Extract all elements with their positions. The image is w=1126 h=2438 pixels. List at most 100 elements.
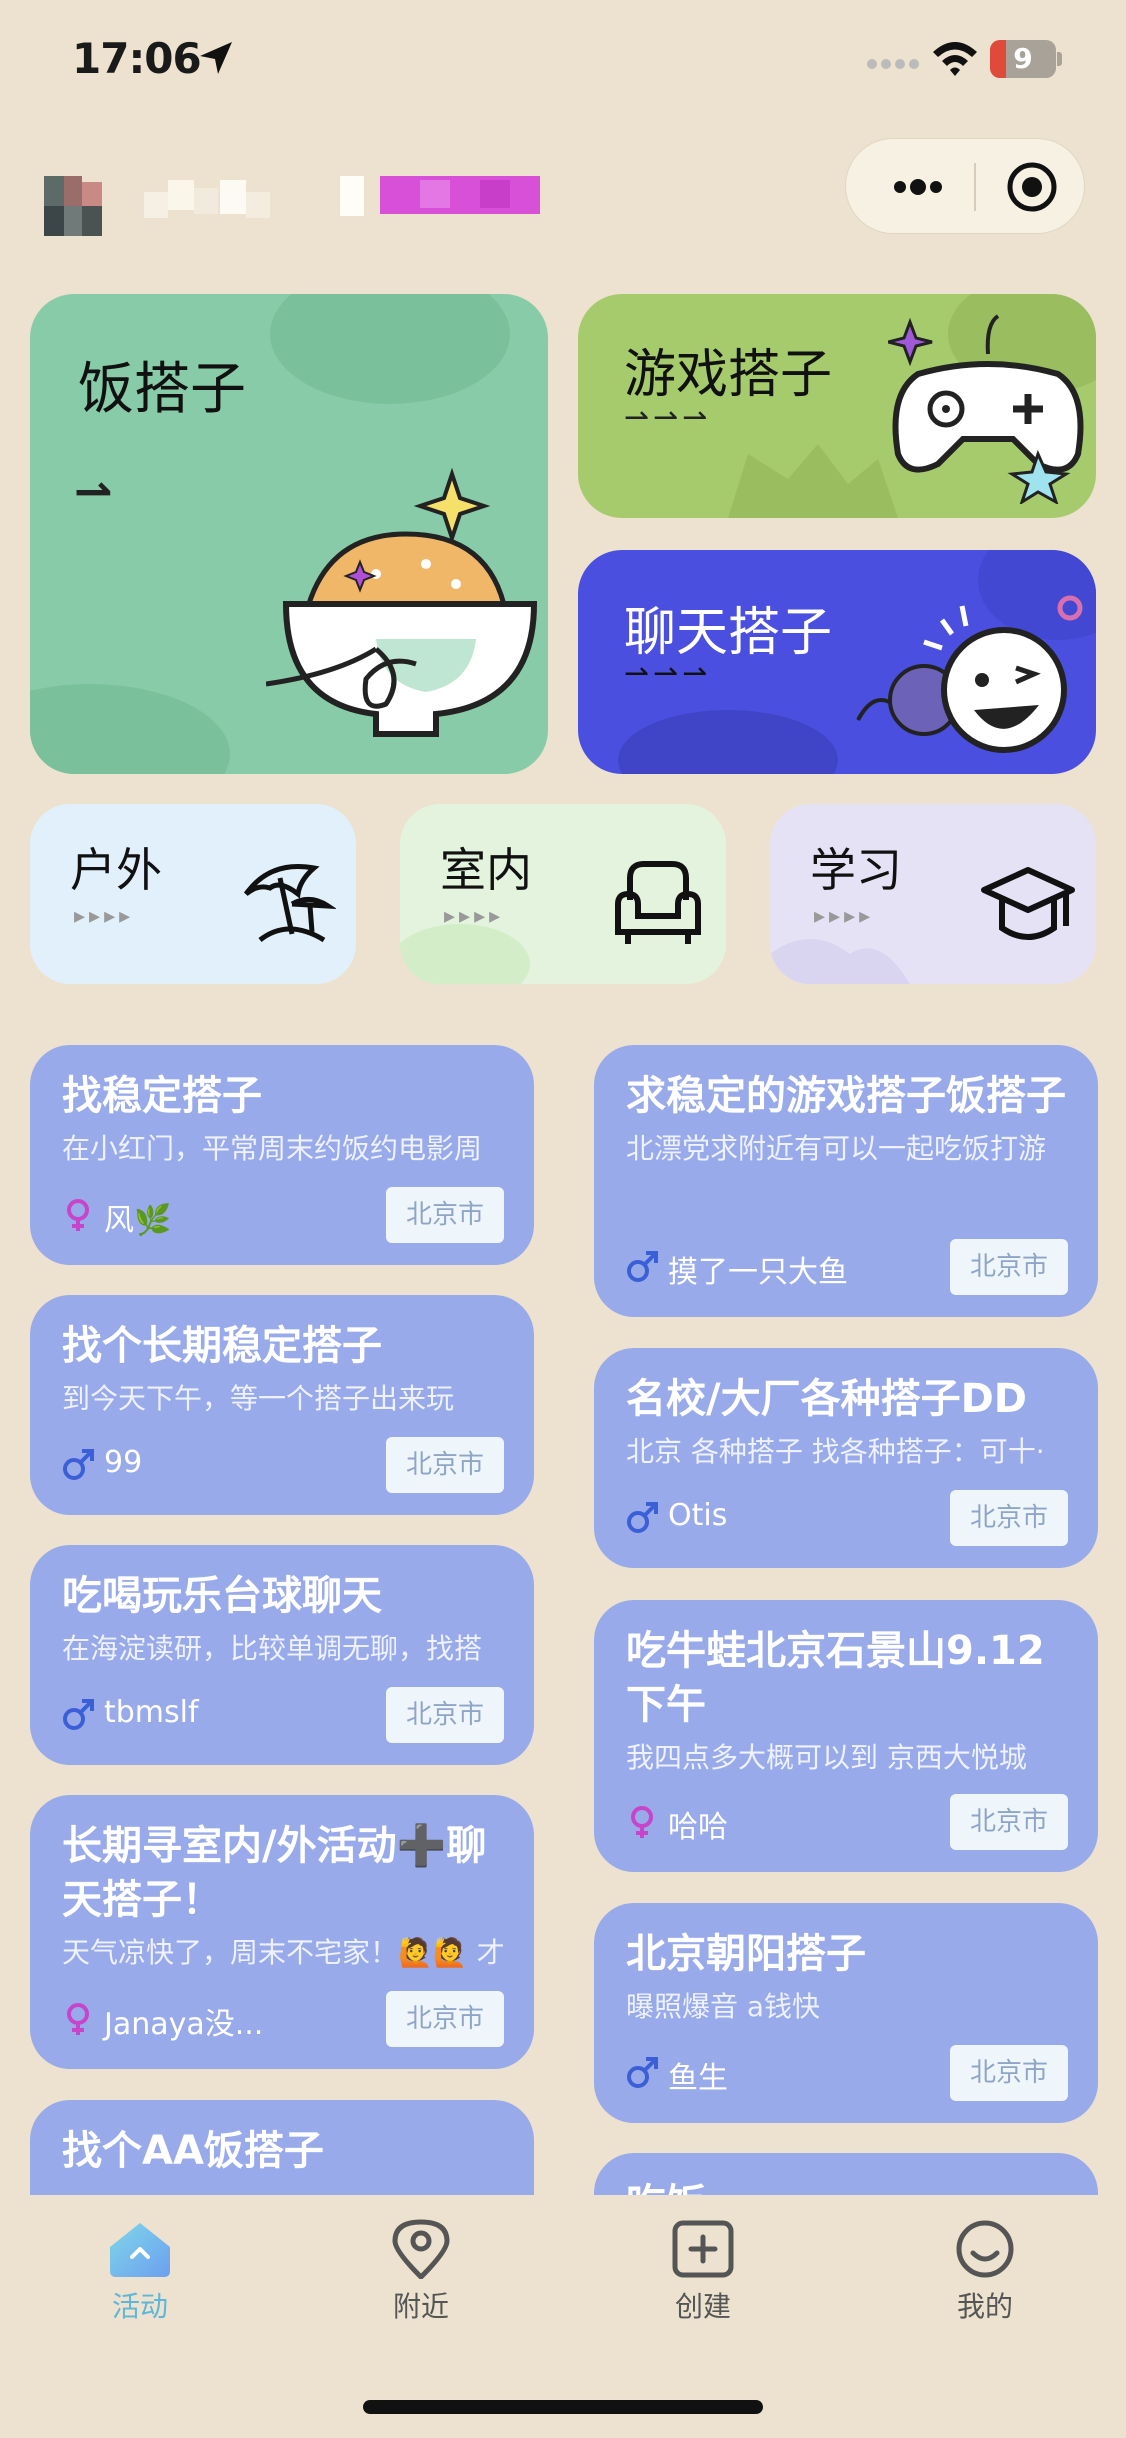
subcategory-study-title: 学习 (810, 843, 902, 897)
subcategory-outdoor-title: 户外 (70, 843, 162, 897)
male-icon (63, 1699, 94, 1730)
post-card[interactable]: 找稳定搭子 在小红门，平常周末约饭约电影周 风🌿 北京市 (30, 1045, 534, 1265)
home-indicator[interactable] (363, 2400, 763, 2414)
subcategory-indoor-card[interactable]: 室内 ▸▸▸▸ (400, 804, 726, 984)
post-author: 鱼生 (668, 2061, 728, 2096)
post-title: 吃饭 (626, 2177, 1068, 2195)
rice-bowl-icon (266, 467, 538, 737)
post-title: 长期寻室内/外活动➕聊天搭子！ (62, 1823, 487, 1923)
post-card[interactable]: 名校/大厂各种搭子DD 北京 各种搭子 找各种搭子：可十· Otis 北京市 (594, 1348, 1098, 1568)
post-desc: 北京 各种搭子 找各种搭子：可十· (626, 1435, 1045, 1468)
post-desc: 我四点多大概可以到 京西大悦城 (626, 1741, 1027, 1774)
location-tag[interactable]: 北京市 (950, 1794, 1068, 1850)
signal-dots-icon (867, 59, 919, 69)
category-game-title: 游戏搭子 (624, 345, 833, 405)
category-food-arrow: ⇀ (74, 464, 117, 518)
add-square-icon (672, 2220, 734, 2278)
location-arrow-icon (200, 42, 232, 74)
post-author: 99 (104, 1445, 143, 1480)
miniprogram-capsule (845, 138, 1085, 234)
post-card[interactable]: 吃喝玩乐台球聊天 在海淀读研，比较单调无聊，找搭 tbmslf 北京市 (30, 1545, 534, 1765)
subcategory-outdoor-arrows: ▸▸▸▸ (74, 904, 135, 929)
post-title: 北京朝阳搭子 (626, 1931, 866, 1977)
post-desc: 天气凉快了，周末不宅家！🙋🙋 才 (62, 1936, 504, 1969)
post-card[interactable]: 北京朝阳搭子 曝照爆音 a钱快 鱼生 北京市 (594, 1903, 1098, 2123)
post-title: 找稳定搭子 (62, 1073, 262, 1119)
post-title: 吃牛蛙北京石景山9.12下午 (626, 1628, 1045, 1728)
location-tag[interactable]: 北京市 (386, 1991, 504, 2047)
capsule-divider (974, 163, 976, 211)
graduation-cap-icon (981, 867, 1075, 940)
location-tag[interactable]: 北京市 (386, 1687, 504, 1743)
tab-me[interactable]: 我的 (905, 2219, 1065, 2339)
female-icon (67, 2003, 89, 2035)
subcategory-study-card[interactable]: 学习 ▸▸▸▸ (770, 804, 1096, 984)
subcategory-study-arrows: ▸▸▸▸ (814, 904, 875, 929)
tab-label: 附近 (392, 2290, 449, 2323)
location-tag[interactable]: 北京市 (386, 1437, 504, 1493)
chat-emoji-icon (856, 595, 1083, 753)
location-tag[interactable]: 北京市 (386, 1187, 504, 1243)
male-icon (627, 1502, 658, 1533)
app-title-obscured (40, 174, 560, 242)
female-icon (631, 1806, 653, 1838)
male-icon (627, 1251, 658, 1282)
post-card[interactable]: 长期寻室内/外活动➕聊天搭子！ 天气凉快了，周末不宅家！🙋🙋 才 Janaya没… (30, 1795, 534, 2069)
category-food-card[interactable]: 饭搭子 ⇀ (30, 294, 548, 774)
category-chat-title: 聊天搭子 (624, 603, 833, 663)
beach-umbrella-icon (243, 863, 336, 943)
location-tag[interactable]: 北京市 (950, 1239, 1068, 1295)
more-dots-icon[interactable] (886, 165, 950, 209)
location-pin-icon (392, 2219, 450, 2279)
post-author: Otis (668, 1498, 728, 1533)
tab-activity[interactable]: 活动 (60, 2219, 220, 2339)
post-desc: 在海淀读研，比较单调无聊，找搭 (62, 1632, 483, 1665)
category-game-card[interactable]: 游戏搭子 ⇀⇀⇀ (578, 294, 1096, 518)
category-chat-card[interactable]: 聊天搭子 ⇀⇀⇀ (578, 550, 1096, 774)
wifi-icon (933, 42, 977, 76)
post-desc: 北漂党求附近有可以一起吃饭打游 (626, 1132, 1047, 1165)
tab-label: 活动 (111, 2290, 168, 2323)
subcategory-indoor-arrows: ▸▸▸▸ (444, 904, 505, 929)
post-title: 名校/大厂各种搭子DD (626, 1376, 1028, 1422)
post-author: Janaya没... (104, 2007, 264, 2042)
post-author: 摸了一只大鱼 (668, 1255, 848, 1290)
post-title: 吃喝玩乐台球聊天 (62, 1573, 382, 1619)
category-chat-arrows: ⇀⇀⇀ (624, 656, 712, 691)
post-title: 找个AA饭搭子 (62, 2128, 324, 2174)
post-desc: 曝照爆音 a钱快 (626, 1990, 821, 2023)
post-card[interactable]: 吃牛蛙北京石景山9.12下午 我四点多大概可以到 京西大悦城 哈哈 北京市 (594, 1600, 1098, 1872)
post-author: tbmslf (104, 1695, 199, 1730)
battery-icon: 9 (990, 40, 1062, 78)
post-author: 风🌿 (104, 1203, 172, 1238)
post-card[interactable]: 吃饭 (594, 2153, 1098, 2195)
battery-level: 9 (1013, 42, 1033, 75)
male-icon (63, 1449, 94, 1480)
post-card[interactable]: 找个长期稳定搭子 到今天下午，等一个搭子出来玩 99 北京市 (30, 1295, 534, 1515)
post-card[interactable]: 找个AA饭搭子 (30, 2100, 534, 2195)
activity-feed[interactable]: 找稳定搭子 在小红门，平常周末约饭约电影周 风🌿 北京市 找个长期稳定搭子 到今… (0, 1040, 1126, 2195)
subcategory-indoor-title: 室内 (440, 843, 532, 897)
armchair-icon (615, 861, 701, 944)
status-time: 17:06 (72, 34, 202, 83)
female-icon (67, 1199, 89, 1231)
status-bar: 17:06 9 (0, 0, 1126, 120)
tab-create[interactable]: 创建 (623, 2219, 783, 2339)
category-food-title: 饭搭子 (78, 357, 246, 422)
post-author: 哈哈 (668, 1810, 728, 1845)
location-tag[interactable]: 北京市 (950, 2045, 1068, 2101)
tab-label: 创建 (674, 2290, 731, 2323)
post-title: 找个长期稳定搭子 (62, 1323, 382, 1369)
tab-nearby[interactable]: 附近 (341, 2219, 501, 2339)
subcategory-outdoor-card[interactable]: 户外 ▸▸▸▸ (30, 804, 356, 984)
male-icon (627, 2057, 658, 2088)
post-card[interactable]: 求稳定的游戏搭子饭搭子 北漂党求附近有可以一起吃饭打游 摸了一只大鱼 北京市 (594, 1045, 1098, 1317)
post-title: 求稳定的游戏搭子饭搭子 (626, 1073, 1066, 1119)
post-desc: 到今天下午，等一个搭子出来玩 (62, 1382, 455, 1415)
location-tag[interactable]: 北京市 (950, 1490, 1068, 1546)
close-miniprogram-icon[interactable] (1004, 159, 1060, 215)
home-icon (110, 2223, 170, 2277)
gamepad-icon (888, 314, 1084, 504)
category-game-arrows: ⇀⇀⇀ (624, 400, 712, 435)
tab-label: 我的 (956, 2290, 1013, 2323)
